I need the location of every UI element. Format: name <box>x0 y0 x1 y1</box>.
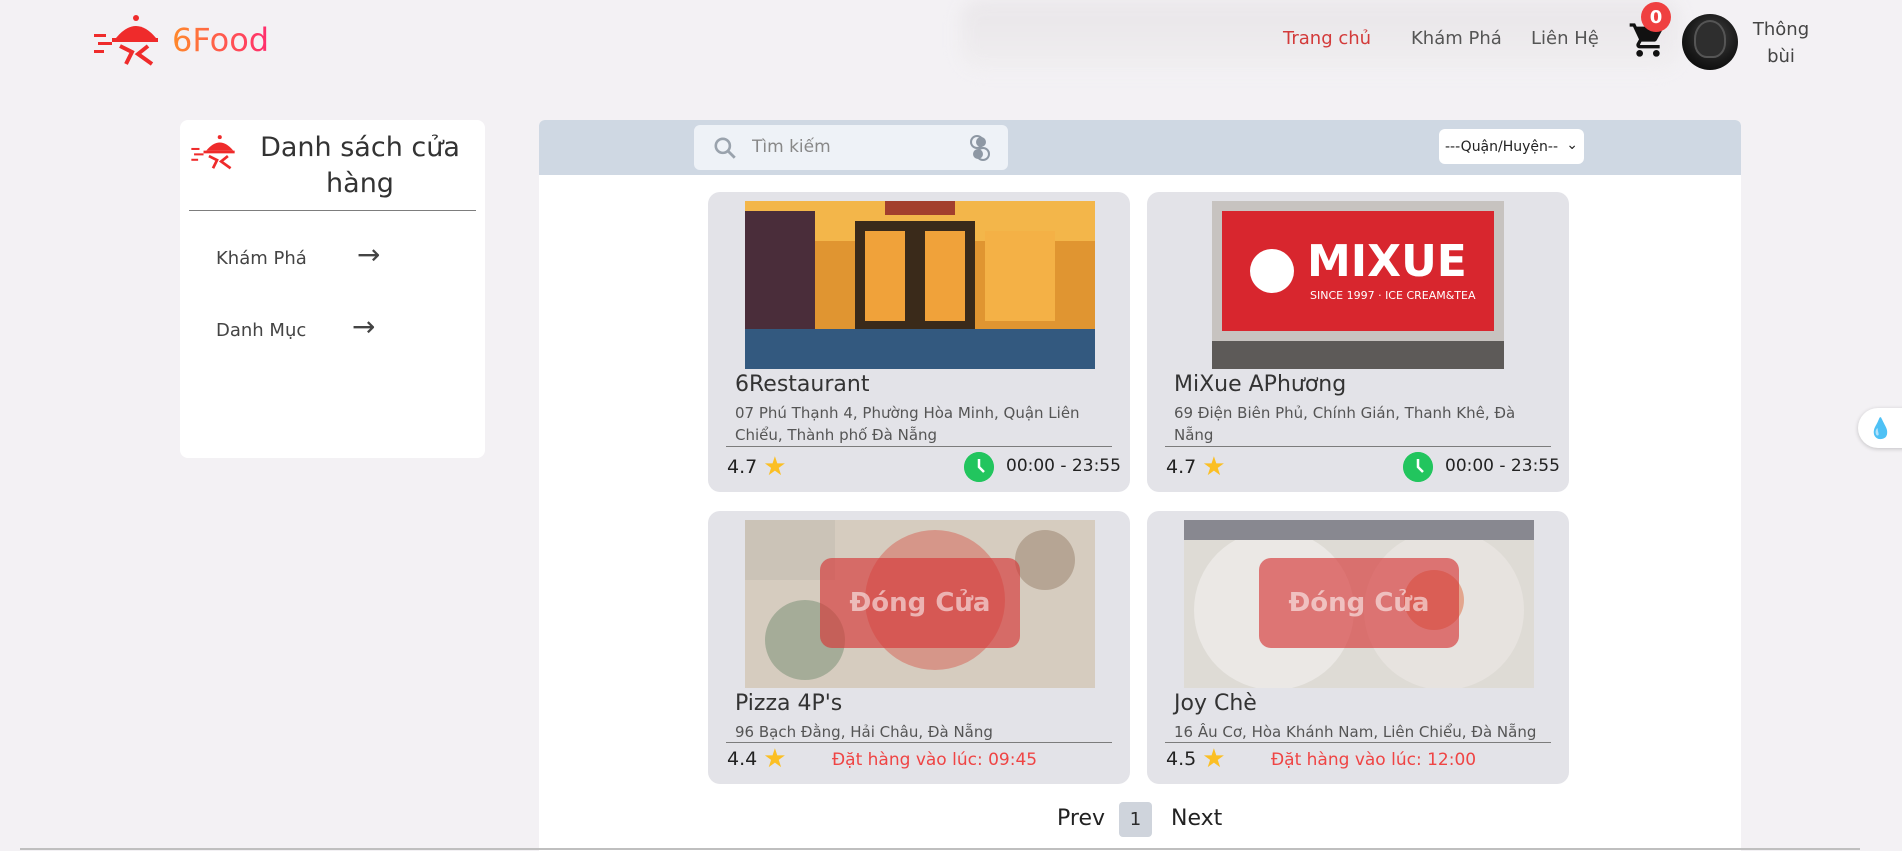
clock-icon <box>964 452 994 482</box>
arrow-right-icon[interactable]: → <box>357 238 380 271</box>
rating-value: 4.4 <box>727 748 758 770</box>
store-name[interactable]: 6Restaurant <box>735 372 869 397</box>
nav-contact[interactable]: Liên Hệ <box>1531 28 1599 49</box>
order-time: Đặt hàng vào lúc: 09:45 <box>832 750 1038 770</box>
brand-logo[interactable]: 6Food <box>92 12 269 68</box>
district-select[interactable]: ---Quận/Huyện-- ⌄ <box>1439 129 1584 164</box>
delivery-logo-icon <box>94 15 158 66</box>
clock-icon <box>1403 452 1433 482</box>
store-name[interactable]: Joy Chè <box>1174 691 1257 716</box>
sidebar-item-label: Khám Phá <box>216 248 307 269</box>
store-card[interactable]: MIXUE SINCE 1997 · ICE CREAM&TEA MiXue A… <box>1147 192 1569 492</box>
card-divider <box>1165 742 1551 743</box>
card-divider <box>1165 446 1551 447</box>
star-icon: ★ <box>1202 744 1226 774</box>
rating-value: 4.5 <box>1166 748 1197 770</box>
store-name[interactable]: Pizza 4P's <box>735 691 842 716</box>
card-divider <box>726 446 1112 447</box>
user-name-line1: Thông <box>1752 19 1810 40</box>
horizontal-scrollbar[interactable] <box>20 848 1860 850</box>
star-icon: ★ <box>763 452 787 482</box>
store-image <box>745 201 1095 369</box>
rating-value: 4.7 <box>1166 456 1197 478</box>
search-box[interactable] <box>694 125 1008 170</box>
brand-name: 6Food <box>172 21 270 59</box>
card-divider <box>726 742 1112 743</box>
page-number-current[interactable]: 1 <box>1119 802 1152 837</box>
sidebar-item-category[interactable]: Danh Mục <box>216 320 306 341</box>
next-page-button[interactable]: Next <box>1171 806 1222 831</box>
sidebar-title: Danh sách cửa hàng <box>260 132 460 199</box>
nav-explore[interactable]: Khám Phá <box>1411 28 1502 49</box>
star-icon: ★ <box>1202 452 1226 482</box>
store-list-panel: ---Quận/Huyện-- ⌄ 6Restaurant 07 Phú Thạ… <box>539 120 1741 851</box>
prev-page-button[interactable]: Prev <box>1057 806 1105 831</box>
sidebar: Danh sách cửa hàng Khám Phá → Danh Mục → <box>180 120 485 458</box>
rating-value: 4.7 <box>727 456 758 478</box>
sidebar-divider <box>189 210 476 211</box>
toolbar: ---Quận/Huyện-- ⌄ <box>539 120 1741 175</box>
search-icon <box>714 137 736 159</box>
sidebar-item-label: Danh Mục <box>216 320 307 341</box>
store-name[interactable]: MiXue APhương <box>1174 372 1346 397</box>
sidebar-item-explore[interactable]: Khám Phá <box>216 248 307 269</box>
store-card[interactable]: Đóng Cửa Joy Chè 16 Âu Cơ, Hòa Khánh Nam… <box>1147 511 1569 784</box>
district-select-value: ---Quận/Huyện-- <box>1445 138 1559 155</box>
nav-home[interactable]: Trang chủ <box>1283 28 1371 49</box>
water-drop-icon[interactable]: 💧 <box>1858 408 1902 448</box>
search-input[interactable] <box>752 133 952 161</box>
user-name-line2: bùi <box>1767 46 1795 67</box>
chevron-down-icon: ⌄ <box>1566 137 1578 153</box>
header: 6Food Trang chủ Khám Phá Liên Hệ 0 Thông… <box>0 0 1902 84</box>
filter-toggle-icon[interactable] <box>966 134 994 162</box>
store-address: 69 Điện Biên Phủ, Chính Gián, Thanh Khê,… <box>1174 404 1516 444</box>
avatar[interactable] <box>1682 14 1738 70</box>
cart-count-badge: 0 <box>1641 2 1671 32</box>
store-card[interactable]: 6Restaurant 07 Phú Thạnh 4, Phường Hòa M… <box>708 192 1130 492</box>
mixue-sign-brand: MIXUE <box>1307 236 1467 287</box>
store-address: 96 Bạch Đằng, Hải Châu, Đà Nẵng <box>735 723 993 741</box>
store-rating: 4.5 ★ <box>1166 746 1226 772</box>
store-hours: 00:00 - 23:55 <box>1445 456 1560 476</box>
store-address: 16 Âu Cơ, Hòa Khánh Nam, Liên Chiểu, Đà … <box>1174 723 1537 741</box>
star-icon: ★ <box>763 744 787 774</box>
delivery-logo-icon <box>191 135 235 170</box>
store-card[interactable]: Đóng Cửa Pizza 4P's 96 Bạch Đằng, Hải Ch… <box>708 511 1130 784</box>
closed-badge: Đóng Cửa <box>820 558 1020 648</box>
store-image: Đóng Cửa <box>1184 520 1534 688</box>
store-rating: 4.7 ★ <box>1166 454 1226 480</box>
closed-badge: Đóng Cửa <box>1259 558 1459 648</box>
store-image: MIXUE SINCE 1997 · ICE CREAM&TEA <box>1212 201 1504 369</box>
user-name[interactable]: Thông bùi <box>1748 16 1814 70</box>
store-hours: 00:00 - 23:55 <box>1006 456 1121 476</box>
arrow-right-icon[interactable]: → <box>352 310 375 343</box>
store-rating: 4.4 ★ <box>727 746 787 772</box>
store-rating: 4.7 ★ <box>727 454 787 480</box>
order-time: Đặt hàng vào lúc: 12:00 <box>1271 750 1477 770</box>
mixue-sign-tagline: SINCE 1997 · ICE CREAM&TEA <box>1310 289 1476 302</box>
store-address: 07 Phú Thạnh 4, Phường Hòa Minh, Quận Li… <box>735 404 1080 444</box>
store-image: Đóng Cửa <box>745 520 1095 688</box>
